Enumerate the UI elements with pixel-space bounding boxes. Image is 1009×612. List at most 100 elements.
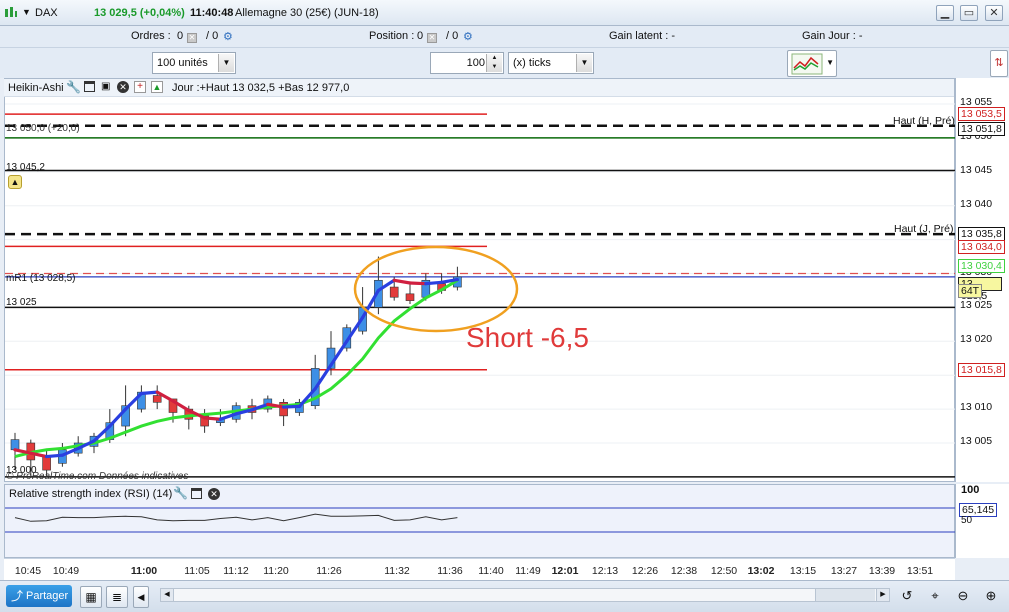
zoom-fit-icon[interactable]: ⌖ <box>924 586 946 608</box>
arrow-up-icon[interactable]: ▲ <box>151 81 163 93</box>
chart-indicator-icon <box>791 53 823 75</box>
candle-body <box>405 293 415 301</box>
orders-value: 0 <box>177 30 184 42</box>
chart-icon <box>4 6 18 19</box>
watermark: © ProRealTime.com Données indicatives <box>6 471 189 482</box>
symbol-dropdown-icon[interactable]: ▼ <box>22 7 31 17</box>
day-range-info: Jour :+Haut 13 032,5 +Bas 12 977,0 <box>172 82 350 94</box>
ma-fast-line <box>203 416 222 421</box>
maximize-button[interactable]: ▭ <box>960 5 978 21</box>
scrollbar-left-button[interactable]: ◀ <box>161 589 174 601</box>
ma-fast-line <box>392 278 412 285</box>
price-tag-8: 13 015,8 <box>958 363 1005 377</box>
price-axis-label: 13 005 <box>960 435 993 447</box>
quantity-select[interactable]: 100 unités ▼ <box>152 52 236 74</box>
scrollbar-right-button[interactable]: ▶ <box>876 589 889 601</box>
spinner-icon[interactable]: ▲ ▼ <box>486 54 502 72</box>
level-label-3: 13 025 <box>6 297 37 308</box>
chart-header: Heikin-Ashi 🔧 ▣ ✕ + ▲ Jour :+Haut 13 032… <box>4 79 954 97</box>
position-settings-icon[interactable]: ⚙ <box>463 30 473 43</box>
rsi-axis-top: 100 <box>961 484 980 496</box>
price-chart[interactable] <box>5 79 956 483</box>
chevron-down-icon[interactable]: ▼ <box>218 54 234 72</box>
list-icon[interactable]: ≣ <box>106 586 128 608</box>
ticks-input[interactable]: 100 ▲ ▼ <box>430 52 504 74</box>
zoom-out-icon[interactable]: ⊖ <box>952 586 974 608</box>
price-change: 13 029,5 (+0,04%) <box>94 7 185 19</box>
orders-cancel-icon[interactable]: ✕ <box>187 30 197 43</box>
time-axis-label: 11:49 <box>515 565 541 577</box>
close-button[interactable]: ✕ <box>985 5 1003 21</box>
time-axis-label: 11:20 <box>263 565 289 577</box>
position-sep: / 0 <box>446 30 459 42</box>
time-axis[interactable]: 10:45 10:49 11:00 11:05 11:12 11:20 11:26 11:32… <box>4 558 955 580</box>
time-axis-label: 13:15 <box>790 565 816 577</box>
time-axis-label: 12:50 <box>711 565 737 577</box>
scrollbar-thumb[interactable] <box>815 589 875 601</box>
annotation-text: Short -6,5 <box>466 322 589 353</box>
ma-fast-line <box>282 404 301 409</box>
ticks-unit-select[interactable]: (x) ticks ▼ <box>508 52 594 74</box>
share-icon: ⤴ <box>11 589 24 603</box>
bar-count-tag: 64T <box>958 284 983 298</box>
zoom-in-icon[interactable]: ⊕ <box>980 586 1002 608</box>
window-icon[interactable] <box>84 81 95 92</box>
horizontal-scrollbar[interactable]: ◀ ▶ <box>160 588 890 602</box>
close-circle-icon[interactable]: ✕ <box>208 488 220 500</box>
lock-icon[interactable]: ▣ <box>101 81 110 92</box>
indicator-menu-button[interactable]: ▼ <box>787 50 837 77</box>
chevron-down-icon[interactable]: ▼ <box>576 54 592 72</box>
price-axis-label: 13 020 <box>960 333 993 346</box>
price-axis-label: 13 045 <box>960 163 993 176</box>
time-axis-label: 11:12 <box>223 565 249 577</box>
last-time: 11:40:48 <box>190 7 234 19</box>
time-axis-label: 10:49 <box>53 565 79 577</box>
control-bar: 100 unités ▼ 100 ▲ ▼ (x) ticks ▼ ▼ ⇅ <box>0 48 1009 78</box>
time-axis-label: 11:05 <box>184 565 210 577</box>
calculator-icon[interactable]: ▦ <box>80 586 102 608</box>
price-axis-label: 13 040 <box>960 197 993 210</box>
rsi-level-label: 50 <box>961 515 973 526</box>
order-bar: Ordres : 0 ✕ / 0 ⚙ Position : 0 ✕ / 0 ⚙ … <box>0 26 1009 48</box>
time-axis-label: 12:13 <box>592 565 618 577</box>
ma-fast-line <box>44 453 65 459</box>
close-circle-icon[interactable]: ✕ <box>117 81 129 93</box>
position-value: 0 <box>417 30 424 42</box>
ma-fast-line <box>408 281 428 286</box>
time-axis-label: 12:26 <box>632 565 658 577</box>
gain-jour: Gain Jour : - <box>802 30 863 42</box>
haut-h-label: Haut (H, Pré) <box>893 115 955 127</box>
plus-icon[interactable]: + <box>134 81 146 93</box>
minimize-button[interactable]: ▁ <box>936 5 954 21</box>
level-label-1: 13 050,0 (+20,0) <box>6 123 80 134</box>
refresh-icon[interactable]: ↺ <box>896 586 918 608</box>
chart-type-label[interactable]: Heikin-Ashi <box>8 82 64 94</box>
wrench-icon[interactable]: 🔧 <box>66 80 81 94</box>
share-button[interactable]: ⤴ Partager <box>6 585 72 607</box>
alert-bell-icon[interactable]: ▲ <box>8 175 22 189</box>
time-axis-label: 13:51 <box>907 565 933 577</box>
price-tag-3: 13 035,8 <box>958 227 1005 241</box>
position-close-icon[interactable]: ✕ <box>427 30 437 43</box>
scroll-left-icon[interactable]: ◀ <box>133 586 149 608</box>
time-axis-ticks: 10:45 10:49 11:00 11:05 11:12 11:20 11:26 11:32… <box>15 565 933 577</box>
wrench-icon[interactable]: 🔧 <box>173 486 188 500</box>
share-label: Partager <box>26 590 69 602</box>
price-tag-4: 13 034,0 <box>958 240 1005 254</box>
orders-settings-icon[interactable]: ⚙ <box>223 30 233 43</box>
rsi-panel[interactable]: Relative strength index (RSI) (14) 🔧 ✕ <box>4 484 956 558</box>
time-axis-label: 11:32 <box>384 565 410 577</box>
chevron-down-icon[interactable]: ▼ <box>826 58 834 67</box>
symbol-name[interactable]: DAX <box>35 7 58 19</box>
trade-icon-button[interactable]: ⇅ <box>990 50 1008 77</box>
position-label: Position : <box>369 30 415 42</box>
price-tag-1: 13 053,5 <box>958 107 1005 121</box>
window-icon[interactable] <box>191 488 202 499</box>
price-tag-2: 13 051,8 <box>958 122 1005 136</box>
price-chart-panel[interactable] <box>4 78 956 483</box>
time-axis-label: 12:01 <box>552 565 579 577</box>
level-label-2: 13 045,2 <box>6 162 45 173</box>
ticks-unit-value: (x) ticks <box>513 57 551 69</box>
rsi-axis: 100 65,145 50 <box>955 484 1009 558</box>
title-bar: ▼ DAX 13 029,5 (+0,04%) 11:40:48 Allemag… <box>0 0 1009 26</box>
